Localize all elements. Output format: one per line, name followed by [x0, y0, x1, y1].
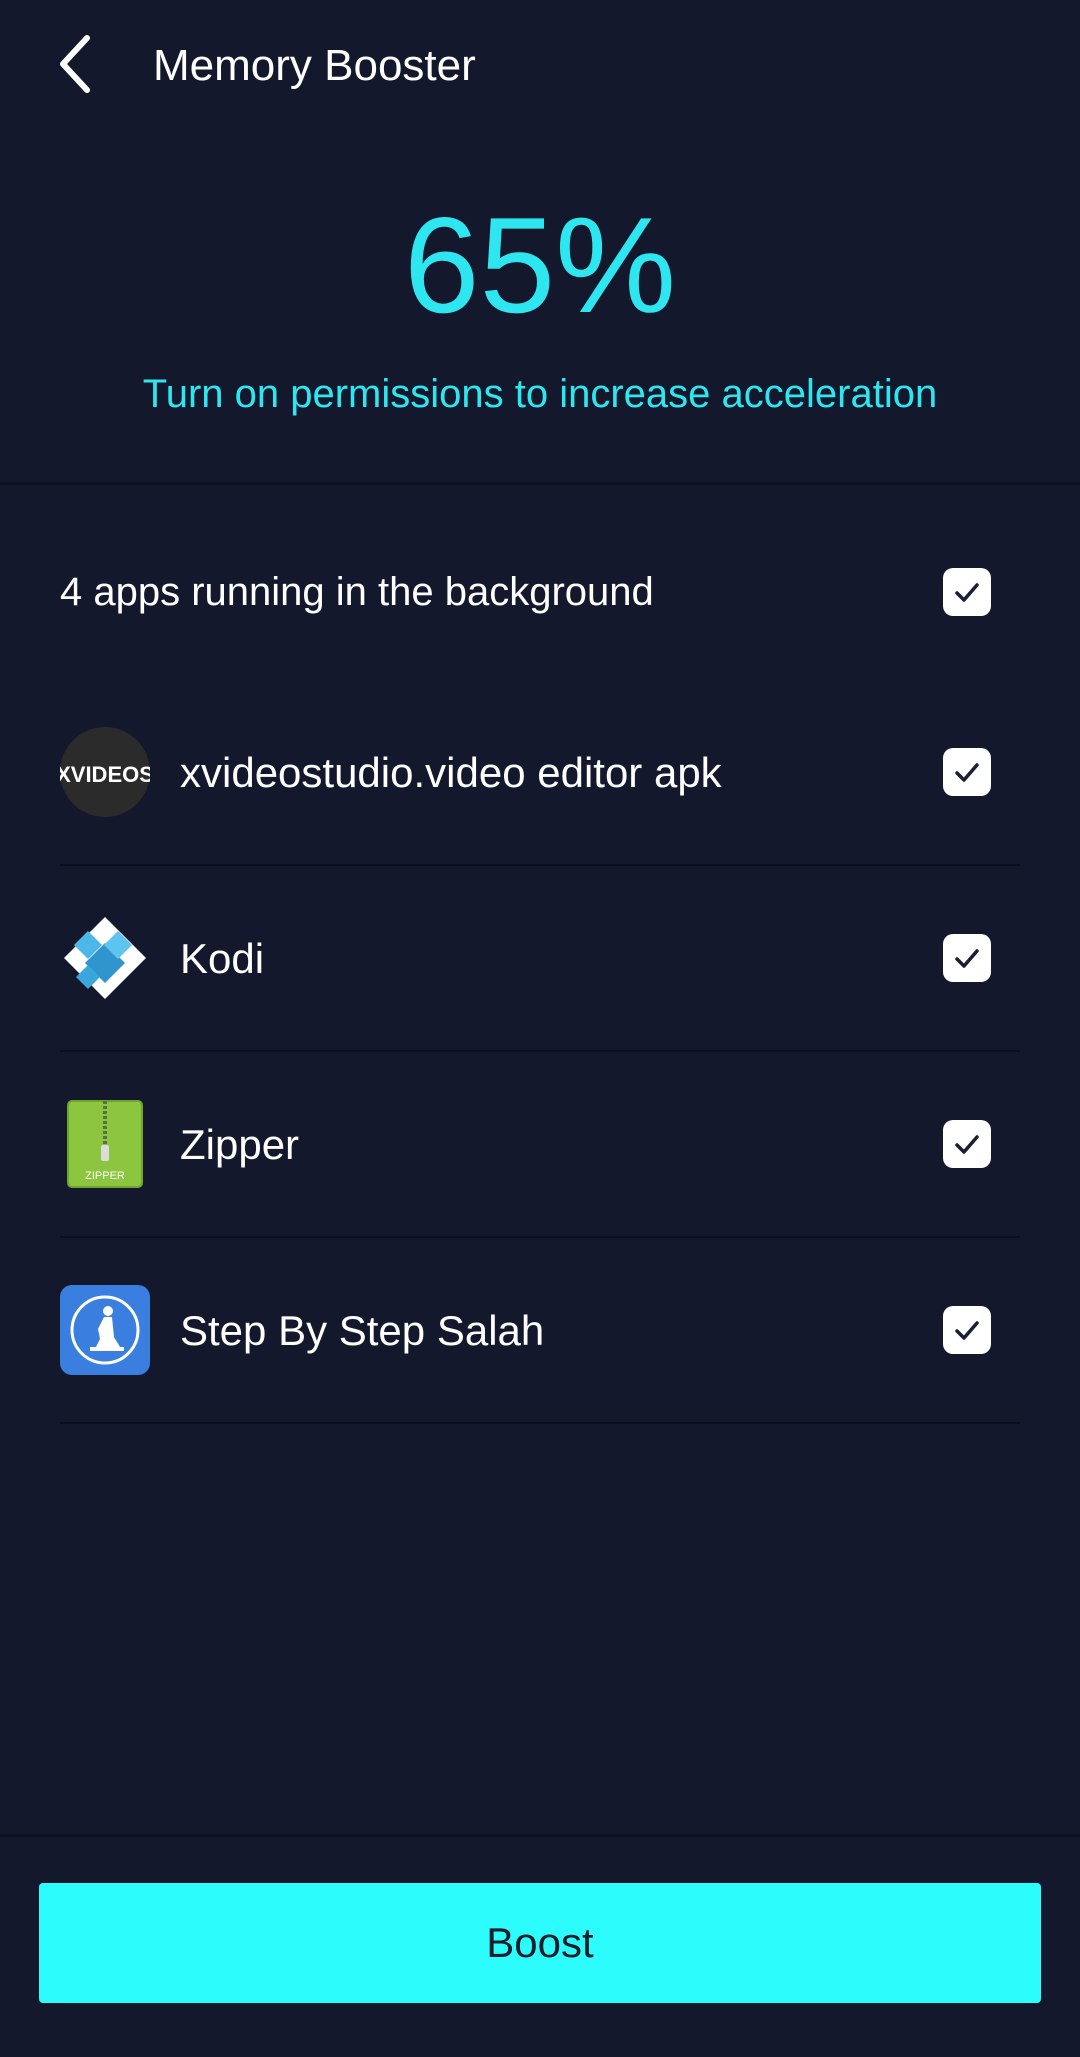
app-checkbox[interactable]: [943, 934, 991, 982]
checkmark-icon: [955, 583, 979, 602]
kodi-icon: [60, 913, 150, 1003]
permission-hint[interactable]: Turn on permissions to increase accelera…: [0, 368, 1080, 420]
select-all-checkbox[interactable]: [943, 568, 991, 616]
checkmark-icon: [955, 763, 979, 782]
app-checkbox[interactable]: [943, 748, 991, 796]
list-item[interactable]: ZIPPER Zipper: [0, 1052, 1080, 1238]
app-checkbox[interactable]: [943, 1120, 991, 1168]
divider: [0, 482, 1080, 485]
divider: [0, 1834, 1080, 1837]
back-button[interactable]: [40, 28, 110, 104]
checkmark-icon: [955, 1321, 979, 1340]
app-name: Kodi: [180, 935, 265, 982]
app-name: xvideostudio.video editor apk: [180, 749, 722, 796]
zipper-icon: ZIPPER: [60, 1099, 150, 1189]
app-name: Zipper: [180, 1121, 300, 1168]
checkmark-icon: [955, 949, 979, 968]
background-apps-summary: 4 apps running in the background: [0, 548, 1080, 638]
boost-percentage: 65%: [403, 189, 677, 341]
checkmark-icon: [955, 1135, 979, 1154]
page-title: Memory Booster: [153, 41, 476, 90]
app-checkbox[interactable]: [943, 1306, 991, 1354]
list-item[interactable]: Kodi: [0, 866, 1080, 1052]
summary-label: 4 apps running in the background: [60, 570, 654, 614]
row-divider: [60, 1422, 1020, 1424]
svg-text:ZIPPER: ZIPPER: [85, 1170, 125, 1182]
xvideos-icon: XVIDEOS: [56, 727, 154, 817]
list-item[interactable]: Step By Step Salah: [0, 1238, 1080, 1424]
app-header: Memory Booster: [0, 0, 1080, 132]
app-name: Step By Step Salah: [180, 1307, 545, 1354]
back-arrow-icon: [55, 34, 95, 99]
memory-booster-screen: Memory Booster 65% Turn on permissions t…: [0, 0, 1080, 2057]
boost-button[interactable]: Boost: [39, 1883, 1041, 2003]
salah-icon: [60, 1285, 150, 1375]
list-item[interactable]: XVIDEOS xvideostudio.video editor apk: [0, 680, 1080, 866]
